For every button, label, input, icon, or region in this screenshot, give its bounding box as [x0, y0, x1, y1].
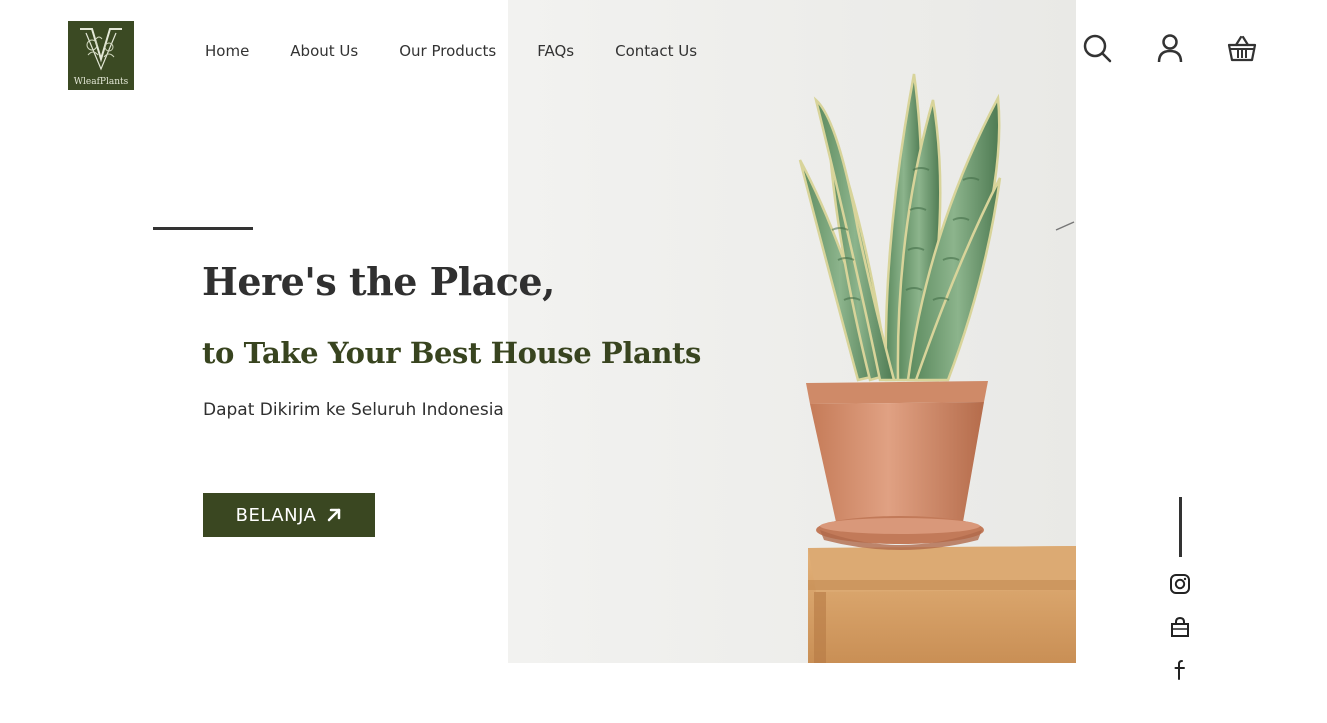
shop-button-label: BELANJA — [235, 504, 317, 526]
search-icon[interactable] — [1081, 32, 1113, 64]
hero-subheadline: to Take Your Best House Plants — [202, 336, 701, 370]
social-divider — [1179, 497, 1182, 557]
user-icon[interactable] — [1154, 32, 1186, 64]
nav-contact-us[interactable]: Contact Us — [615, 42, 697, 60]
hero-plant-image — [508, 0, 1076, 663]
plant-illustration — [508, 0, 1076, 663]
logo-text: WleafPlants — [73, 77, 129, 87]
arrow-up-right-icon — [328, 508, 341, 522]
shopping-bag-icon[interactable] — [1168, 615, 1192, 639]
nav-faqs[interactable]: FAQs — [537, 42, 574, 60]
hero-headline: Here's the Place, — [202, 259, 555, 304]
nav-home[interactable]: Home — [205, 42, 249, 60]
nav-our-products[interactable]: Our Products — [399, 42, 496, 60]
facebook-icon[interactable] — [1168, 657, 1192, 681]
brand-logo[interactable]: WleafPlants — [68, 21, 134, 90]
instagram-icon[interactable] — [1168, 572, 1192, 596]
shop-now-button[interactable]: BELANJA — [203, 493, 375, 537]
main-nav: Home About Us Our Products FAQs Contact … — [205, 42, 697, 60]
hero-tagline: Dapat Dikirim ke Seluruh Indonesia — [203, 400, 504, 420]
hero-divider — [153, 227, 253, 230]
logo-monogram-icon — [80, 28, 122, 71]
basket-icon[interactable] — [1226, 32, 1258, 64]
nav-about-us[interactable]: About Us — [290, 42, 358, 60]
